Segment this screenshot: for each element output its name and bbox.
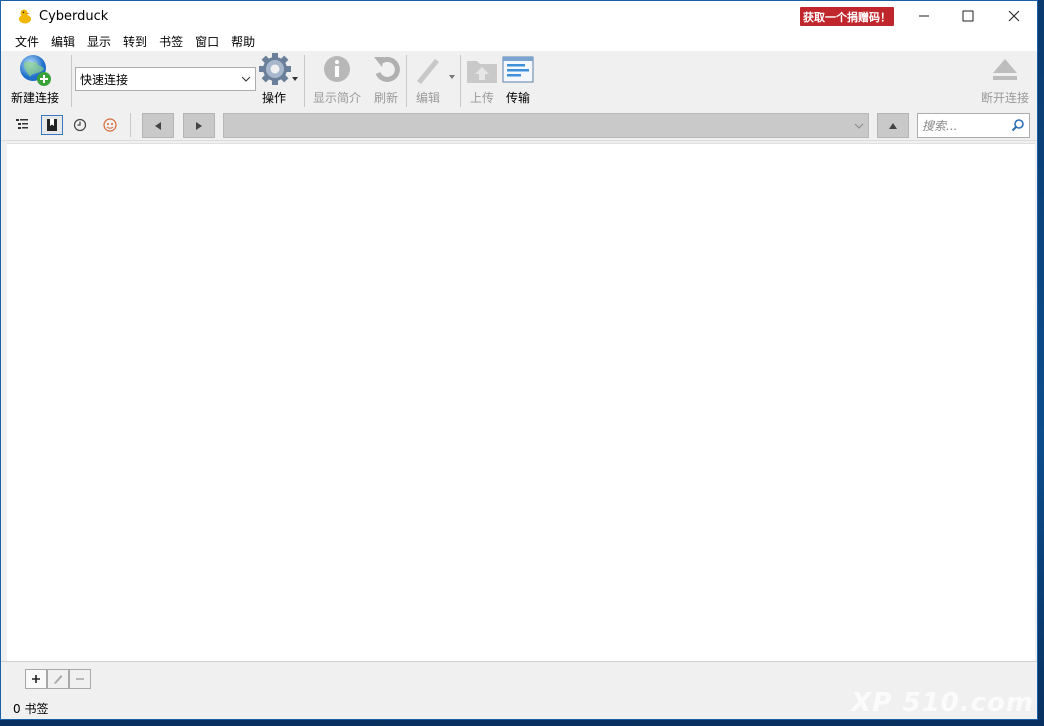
status-text: 0 书签 bbox=[13, 701, 49, 716]
refresh-icon bbox=[374, 56, 400, 82]
path-selector[interactable] bbox=[223, 113, 869, 138]
add-bookmark-button[interactable] bbox=[25, 669, 47, 689]
transfers-window-icon bbox=[502, 56, 534, 83]
action-button[interactable]: 操作 bbox=[258, 53, 298, 106]
eject-icon bbox=[993, 59, 1017, 80]
upload-button[interactable]: 上传 bbox=[465, 53, 499, 106]
triangle-up-icon bbox=[889, 122, 897, 129]
bonjour-icon bbox=[103, 118, 117, 132]
toolbar: 新建连接 快速连接 操作 显示简介 刷新 编辑 上传 传输 断开连接 bbox=[1, 51, 1037, 109]
toolbar-separator bbox=[71, 55, 72, 107]
menu-file[interactable]: 文件 bbox=[9, 33, 45, 50]
minus-icon bbox=[76, 678, 84, 680]
navbar-separator bbox=[130, 113, 131, 137]
forward-button[interactable] bbox=[183, 113, 215, 138]
search-placeholder: 搜索... bbox=[922, 119, 958, 133]
back-button[interactable] bbox=[142, 113, 174, 138]
triangle-right-icon bbox=[196, 121, 202, 130]
donate-button[interactable]: 获取一个捐赠码！ bbox=[800, 7, 894, 26]
maximize-button[interactable] bbox=[945, 1, 991, 31]
menu-bar: 文件 编辑 显示 转到 书签 窗口 帮助 bbox=[1, 31, 1037, 51]
transfers-button[interactable]: 传输 bbox=[502, 53, 534, 106]
menu-edit[interactable]: 编辑 bbox=[45, 33, 81, 50]
clock-icon bbox=[73, 118, 87, 132]
bonjour-view-button[interactable] bbox=[99, 115, 121, 135]
quick-connect-combobox[interactable]: 快速连接 bbox=[75, 67, 256, 91]
menu-help[interactable]: 帮助 bbox=[225, 33, 261, 50]
menu-window[interactable]: 窗口 bbox=[189, 33, 225, 50]
bookmark-icon bbox=[47, 119, 57, 131]
plus-icon bbox=[32, 675, 40, 683]
gear-icon bbox=[259, 53, 298, 85]
history-view-button[interactable] bbox=[69, 115, 91, 135]
edit-button[interactable]: 编辑 bbox=[413, 53, 457, 106]
chevron-down-icon bbox=[241, 76, 251, 82]
search-field[interactable]: 搜索... bbox=[917, 113, 1030, 138]
globe-add-icon bbox=[20, 55, 51, 86]
upload-label: 上传 bbox=[469, 91, 494, 105]
new-connection-label: 新建连接 bbox=[11, 91, 60, 105]
get-info-button[interactable]: 显示简介 bbox=[312, 53, 362, 106]
browser-view-button[interactable] bbox=[11, 115, 33, 135]
quick-connect-value: 快速连接 bbox=[80, 72, 129, 87]
disconnect-label: 断开连接 bbox=[981, 91, 1030, 105]
action-label: 操作 bbox=[261, 91, 286, 105]
delete-bookmark-button[interactable] bbox=[69, 669, 91, 689]
pencil-icon bbox=[417, 59, 455, 84]
menu-go[interactable]: 转到 bbox=[117, 33, 153, 50]
title-bar[interactable]: Cyberduck 获取一个捐赠码！ bbox=[1, 1, 1037, 31]
toolbar-separator bbox=[460, 55, 461, 107]
toolbar-separator bbox=[406, 55, 407, 107]
minimize-button[interactable] bbox=[901, 1, 947, 31]
edit-label: 编辑 bbox=[415, 91, 440, 105]
outline-tree-icon bbox=[16, 119, 28, 129]
menu-bookmark[interactable]: 书签 bbox=[153, 33, 189, 50]
triangle-left-icon bbox=[155, 121, 161, 130]
get-info-label: 显示简介 bbox=[312, 91, 361, 105]
info-icon bbox=[324, 56, 350, 82]
app-window: Cyberduck 获取一个捐赠码！ 文件 编辑 显示 转到 书签 窗口 帮助 bbox=[0, 0, 1038, 720]
pencil-icon bbox=[54, 675, 63, 684]
refresh-button[interactable]: 刷新 bbox=[370, 53, 402, 106]
minimize-icon bbox=[919, 15, 929, 17]
refresh-label: 刷新 bbox=[373, 91, 398, 105]
maximize-icon bbox=[962, 10, 974, 22]
cyberduck-logo-icon bbox=[19, 9, 31, 24]
bookmarks-view-button[interactable] bbox=[41, 115, 63, 135]
window-title: Cyberduck bbox=[39, 8, 109, 24]
chevron-down-icon bbox=[854, 123, 864, 129]
bookmark-list[interactable] bbox=[7, 143, 1035, 661]
watermark-logo: XP 510.com bbox=[851, 688, 1034, 718]
disconnect-button[interactable]: 断开连接 bbox=[981, 53, 1029, 106]
edit-bookmark-button[interactable] bbox=[47, 669, 69, 689]
close-icon bbox=[1008, 10, 1020, 22]
new-connection-button[interactable]: 新建连接 bbox=[11, 53, 59, 106]
toolbar-separator bbox=[304, 55, 305, 107]
transfers-label: 传输 bbox=[505, 91, 530, 105]
upload-folder-icon bbox=[467, 61, 497, 83]
search-icon bbox=[1011, 119, 1024, 132]
close-button[interactable] bbox=[991, 1, 1037, 31]
parent-directory-button[interactable] bbox=[877, 113, 909, 138]
menu-view[interactable]: 显示 bbox=[81, 33, 117, 50]
navigation-bar: 搜索... bbox=[1, 109, 1037, 141]
